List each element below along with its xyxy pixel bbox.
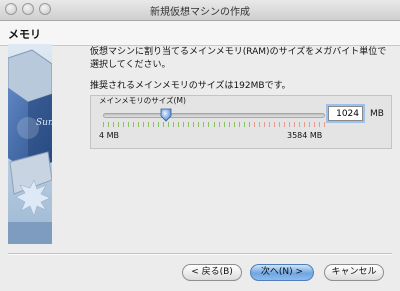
back-button[interactable]: < 戻る(B): [182, 264, 242, 281]
slider-tick: [103, 122, 104, 127]
wizard-window: 新規仮想マシンの作成 メモリ Sun 仮想マシンに割り当てるメインメモリ(RAM…: [0, 0, 400, 291]
slider-tick: [243, 122, 245, 127]
cancel-button[interactable]: キャンセル: [324, 264, 384, 281]
slider-tick: [268, 122, 270, 127]
slider-tick: [223, 122, 225, 127]
memory-min-label: 4 MB: [99, 131, 120, 140]
slider-tick: [138, 122, 140, 127]
memory-slider-track[interactable]: [103, 113, 325, 118]
slider-tick: [233, 122, 235, 127]
footer-separator: [8, 253, 392, 255]
slider-tick: [168, 122, 170, 127]
slider-tick: [313, 122, 315, 127]
slider-tick: [183, 122, 185, 127]
slider-tick: [298, 122, 300, 127]
recommendation-text: 推奨されるメインメモリのサイズは192MBです。: [90, 81, 291, 91]
memory-slider-ticks: [103, 122, 325, 127]
page-heading-bar: メモリ: [0, 21, 400, 46]
wizard-side-image: Sun: [8, 44, 52, 244]
slider-tick: [293, 122, 295, 127]
slider-tick: [178, 122, 180, 127]
slider-tick: [208, 122, 210, 127]
slider-tick: [303, 122, 305, 127]
slider-tick: [318, 122, 320, 127]
slider-tick: [228, 122, 230, 127]
slider-tick: [173, 122, 175, 127]
slider-tick: [143, 122, 145, 127]
description-text: 仮想マシンに割り当てるメインメモリ(RAM)のサイズをメガバイト単位で選択してく…: [90, 47, 387, 70]
slider-tick: [133, 122, 135, 127]
slider-tick: [113, 122, 115, 127]
slider-tick: [324, 122, 325, 127]
slider-tick: [258, 122, 260, 127]
memory-size-label: メインメモリのサイズ(M): [99, 96, 186, 105]
slider-tick: [283, 122, 285, 127]
slider-tick: [238, 122, 240, 127]
slider-tick: [188, 122, 190, 127]
slider-tick: [288, 122, 290, 127]
slider-tick: [213, 122, 215, 127]
memory-unit-label: MB: [370, 109, 384, 119]
slider-tick: [263, 122, 265, 127]
slider-tick: [163, 122, 165, 127]
slider-tick: [278, 122, 280, 127]
slider-tick: [158, 122, 160, 127]
slider-tick: [128, 122, 130, 127]
page-heading: メモリ: [8, 28, 41, 41]
slider-tick: [198, 122, 200, 127]
memory-size-group: メインメモリのサイズ(M) 4 MB 3584 MB MB: [90, 95, 392, 149]
memory-max-label: 3584 MB: [287, 131, 323, 140]
slider-tick: [203, 122, 205, 127]
window-title: 新規仮想マシンの作成: [150, 7, 250, 18]
memory-size-input[interactable]: [328, 106, 363, 121]
slider-tick: [148, 122, 150, 127]
slider-tick: [218, 122, 220, 127]
slider-tick: [253, 122, 255, 127]
slider-tick: [108, 122, 110, 127]
next-button[interactable]: 次へ(N) >: [250, 264, 314, 281]
slider-tick: [118, 122, 120, 127]
slider-tick: [248, 122, 250, 127]
title-bar: 新規仮想マシンの作成: [0, 0, 400, 21]
slider-tick: [273, 122, 275, 127]
sun-logo: Sun: [36, 118, 52, 128]
slider-tick: [308, 122, 310, 127]
slider-tick: [193, 122, 195, 127]
slider-tick: [153, 122, 155, 127]
slider-tick: [123, 122, 125, 127]
memory-slider-thumb[interactable]: [160, 108, 172, 122]
